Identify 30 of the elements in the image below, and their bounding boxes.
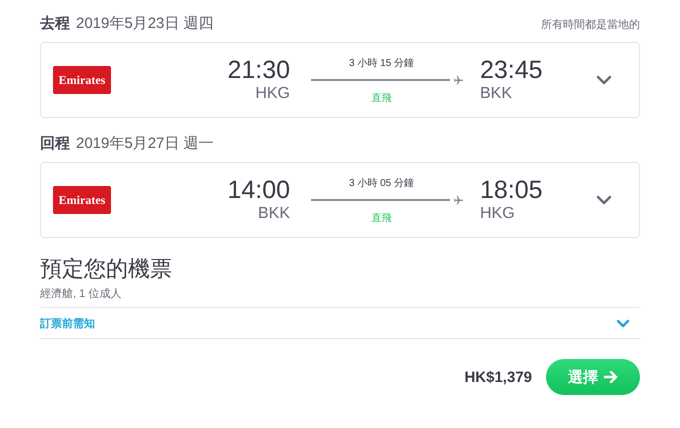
chevron-down-icon[interactable] (616, 318, 630, 328)
local-time-note: 所有時間都是當地的 (541, 18, 640, 32)
arrival-time: 18:05 (480, 176, 543, 204)
plane-icon (453, 194, 464, 206)
arrow-right-icon (604, 371, 618, 383)
leg-date: 2019年5月23日 週四 (76, 14, 214, 33)
arrival-airport: BKK (480, 84, 512, 104)
leg-date: 2019年5月27日 週一 (76, 134, 214, 153)
chevron-down-icon[interactable] (596, 195, 612, 205)
airline-logo: Emirates (53, 186, 111, 214)
chevron-down-icon[interactable] (596, 75, 612, 85)
departure-airport: HKG (255, 84, 290, 104)
leg-direction: 去程 (40, 14, 70, 33)
flight-card[interactable]: Emirates 21:30 HKG 3 小時 15 分鐘 直飛 23:45 BKK (40, 42, 640, 118)
departure-time: 21:30 (227, 56, 290, 84)
booking-subtitle: 經濟艙, 1 位成人 (40, 286, 122, 301)
arrival-airport: HKG (480, 204, 515, 224)
plane-icon (453, 74, 464, 86)
total-price: HK$1,379 (464, 368, 532, 386)
departure-airport: BKK (258, 204, 290, 224)
flight-duration: 3 小時 05 分鐘 (348, 176, 414, 190)
arrival-time: 23:45 (480, 56, 543, 84)
booking-title: 預定您的機票 (40, 255, 172, 283)
airline-logo: Emirates (53, 66, 111, 94)
departure-time: 14:00 (227, 176, 290, 204)
stops-label: 直飛 (372, 92, 392, 104)
leg-direction: 回程 (40, 134, 70, 153)
stops-label: 直飛 (372, 212, 392, 224)
flight-card[interactable]: Emirates 14:00 BKK 3 小時 05 分鐘 直飛 18:05 HKG (40, 162, 640, 238)
flight-duration: 3 小時 15 分鐘 (348, 56, 414, 70)
